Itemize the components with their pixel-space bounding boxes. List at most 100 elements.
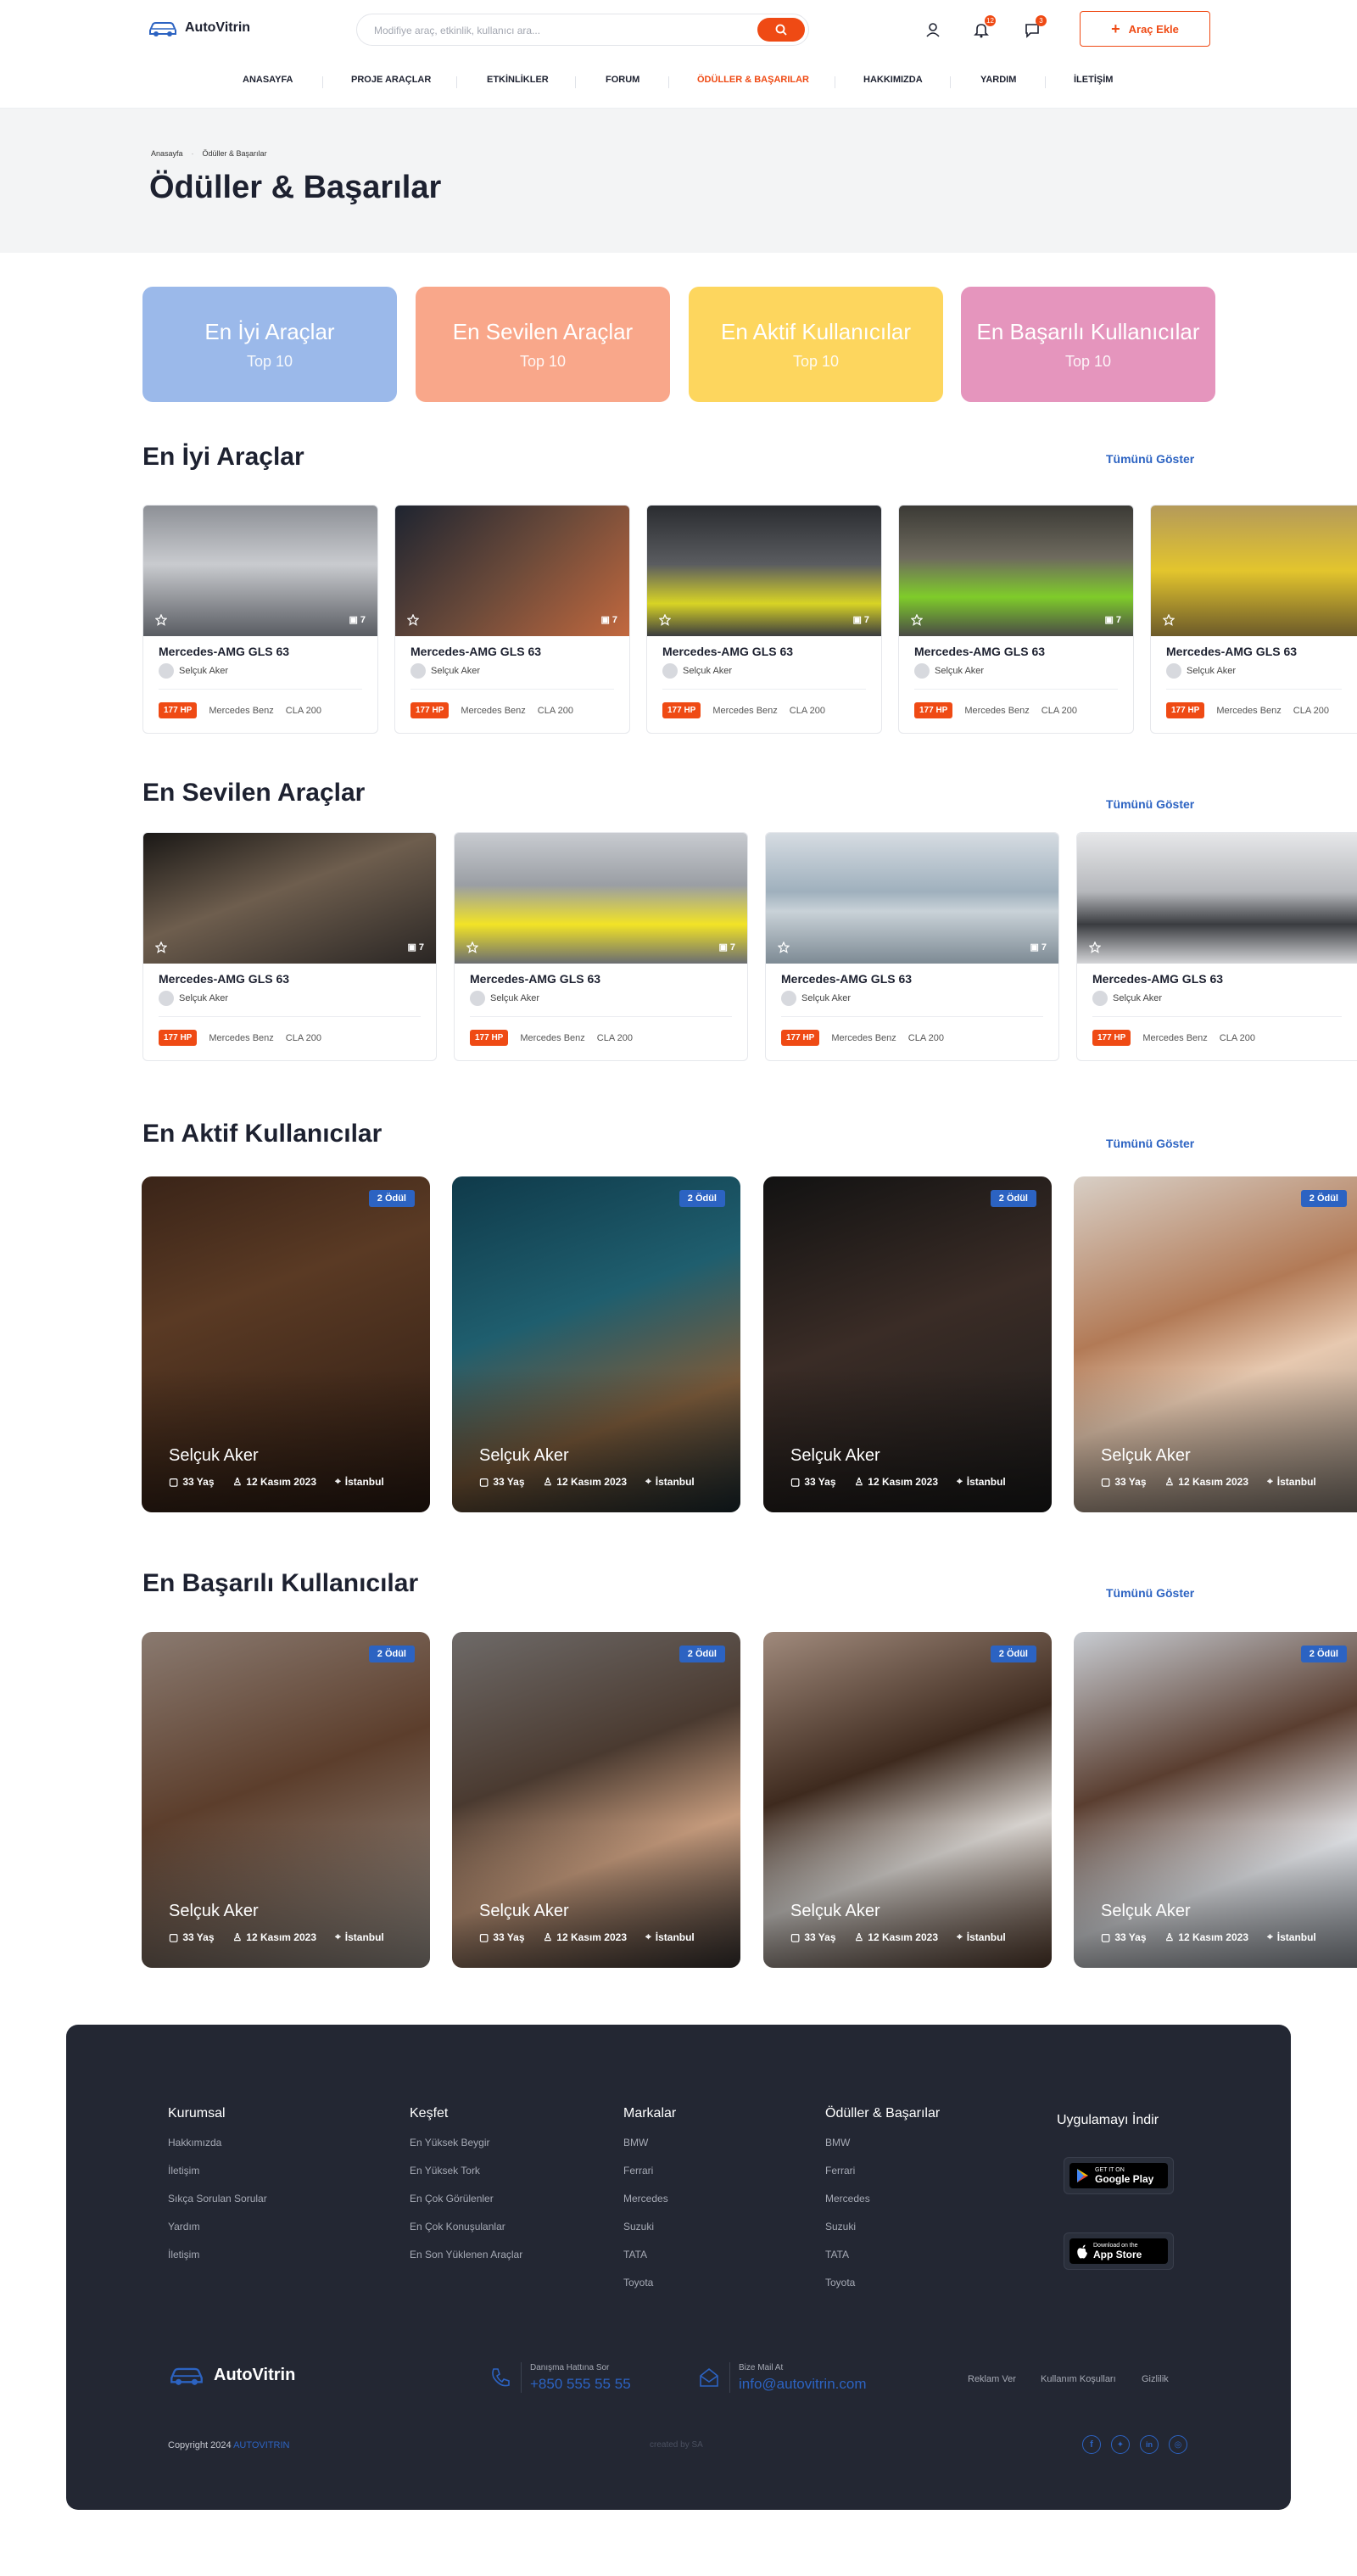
instagram-button[interactable]: ◎: [1169, 2435, 1187, 2454]
tile-active-users[interactable]: En Aktif Kullanıcılar Top 10: [689, 287, 943, 402]
nav-awards[interactable]: ÖDÜLLER & BAŞARILAR: [697, 75, 809, 85]
user-card[interactable]: 2 Ödül Selçuk Aker ▢ 33 Yaş ♙ 12 Kasım 202…: [452, 1176, 740, 1512]
footer-link[interactable]: En Son Yüklenen Araçlar: [410, 2249, 522, 2260]
car-card[interactable]: ▣ 7 Mercedes-AMG GLS 63 Selçuk Aker 177 H…: [142, 505, 378, 734]
car-card[interactable]: ▣ 7 Mercedes-AMG GLS 63 Selçuk Aker 177 H…: [898, 505, 1134, 734]
search-button[interactable]: [757, 18, 805, 42]
user-card[interactable]: 2 Ödül Selçuk Aker ▢ 33 Yaş ♙ 12 Kasım 202…: [142, 1632, 430, 1968]
footer-mail[interactable]: Bize Mail At info@autovitrin.com: [697, 2362, 867, 2393]
star-icon[interactable]: [1089, 942, 1101, 953]
messages-button[interactable]: 3: [1021, 15, 1047, 41]
facebook-button[interactable]: f: [1082, 2435, 1101, 2454]
car-owner[interactable]: Selçuk Aker: [470, 991, 539, 1006]
user-card[interactable]: 2 Ödül Selçuk Aker ▢ 33 Yaş ♙ 12 Kasım 202…: [763, 1632, 1052, 1968]
copyright-brand[interactable]: AUTOVITRIN: [233, 2440, 289, 2450]
footer-link[interactable]: En Yüksek Beygir: [410, 2137, 522, 2149]
star-icon[interactable]: [466, 942, 478, 953]
footer-link[interactable]: Yardım: [168, 2221, 267, 2232]
footer-link[interactable]: Ferrari: [623, 2165, 676, 2176]
profile-button[interactable]: [923, 19, 945, 41]
nav-forum[interactable]: FORUM: [606, 75, 639, 85]
car-owner[interactable]: Selçuk Aker: [159, 991, 228, 1006]
star-icon[interactable]: [659, 614, 671, 626]
linkedin-button[interactable]: in: [1140, 2435, 1159, 2454]
car-tags: 177 HP Mercedes Benz CLA 200: [470, 1030, 633, 1046]
car-owner[interactable]: Selçuk Aker: [914, 663, 984, 679]
car-card[interactable]: Mercedes-AMG GLS 63 Selçuk Aker 177 HP Me…: [1076, 832, 1357, 1061]
footer-legal-ads[interactable]: Reklam Ver: [968, 2374, 1016, 2384]
nav-projects[interactable]: PROJE ARAÇLAR: [351, 75, 431, 85]
car-card[interactable]: ▣ 7 Mercedes-AMG GLS 63 Selçuk Aker 177 H…: [454, 832, 748, 1061]
car-owner[interactable]: Selçuk Aker: [1166, 663, 1236, 679]
see-all-successful-users[interactable]: Tümünü Göster: [1106, 1586, 1194, 1600]
footer-link[interactable]: Sıkça Sorulan Sorular: [168, 2193, 267, 2204]
divider: [781, 1016, 1043, 1017]
footer-link[interactable]: BMW: [825, 2137, 940, 2149]
car-owner[interactable]: Selçuk Aker: [1092, 991, 1162, 1006]
user-card[interactable]: 2 Ödül Selçuk Aker ▢ 33 Yaş ♙ 12 Kasım 202…: [1074, 1176, 1357, 1512]
footer-legal-privacy[interactable]: Gizlilik: [1142, 2374, 1169, 2384]
tile-best-cars[interactable]: En İyi Araçlar Top 10: [142, 287, 397, 402]
logo[interactable]: AutoVitrin: [148, 19, 250, 37]
footer-link[interactable]: En Çok Konuşulanlar: [410, 2221, 522, 2232]
star-icon[interactable]: [407, 614, 419, 626]
twitter-button[interactable]: ✦: [1111, 2435, 1130, 2454]
user-card[interactable]: 2 Ödül Selçuk Aker ▢ 33 Yaş ♙ 12 Kasım 202…: [142, 1176, 430, 1512]
footer-link[interactable]: Mercedes: [623, 2193, 676, 2204]
footer-link[interactable]: Toyota: [825, 2277, 940, 2288]
footer-link[interactable]: TATA: [825, 2249, 940, 2260]
car-card[interactable]: ▣ 7 Mercedes-AMG GLS 63 Selçuk Aker 177 H…: [142, 832, 437, 1061]
star-icon[interactable]: [778, 942, 790, 953]
star-icon[interactable]: [1163, 614, 1175, 626]
star-icon[interactable]: [911, 614, 923, 626]
see-all-best-cars[interactable]: Tümünü Göster: [1106, 452, 1194, 466]
star-icon[interactable]: [155, 942, 167, 953]
car-owner[interactable]: Selçuk Aker: [410, 663, 480, 679]
search-input[interactable]: [374, 22, 730, 39]
footer-link[interactable]: Toyota: [623, 2277, 676, 2288]
user-card[interactable]: 2 Ödül Selçuk Aker ▢ 33 Yaş ♙ 12 Kasım 202…: [763, 1176, 1052, 1512]
tile-successful-users[interactable]: En Başarılı Kullanıcılar Top 10: [961, 287, 1215, 402]
footer-link[interactable]: En Çok Görülenler: [410, 2193, 522, 2204]
nav-about[interactable]: HAKKIMIZDA: [863, 75, 923, 85]
footer-col-awards: Ödüller & Başarılar BMW Ferrari Mercedes…: [825, 2106, 940, 2305]
nav-home[interactable]: ANASAYFA: [243, 75, 293, 85]
app-store-button[interactable]: Download on the App Store: [1064, 2232, 1174, 2270]
tile-subtitle: Top 10: [1064, 353, 1112, 370]
notifications-button[interactable]: 12: [970, 15, 996, 41]
nav-events[interactable]: ETKİNLİKLER: [487, 75, 549, 85]
star-icon[interactable]: [155, 614, 167, 626]
google-play-button[interactable]: GET IT ON Google Play: [1064, 2157, 1174, 2194]
footer-legal-terms[interactable]: Kullanım Koşulları: [1041, 2374, 1116, 2384]
car-card[interactable]: Mercedes-AMG GLS 63 Selçuk Aker 177 HP Me…: [1150, 505, 1357, 734]
breadcrumb-home[interactable]: Anasayfa: [151, 149, 183, 158]
person-icon: ♙: [1164, 1931, 1175, 1943]
nav-contact[interactable]: İLETİŞİM: [1074, 75, 1113, 85]
footer-link[interactable]: İletişim: [168, 2249, 267, 2260]
see-all-active-users[interactable]: Tümünü Göster: [1106, 1137, 1194, 1150]
footer-link[interactable]: Suzuki: [623, 2221, 676, 2232]
tile-loved-cars[interactable]: En Sevilen Araçlar Top 10: [416, 287, 670, 402]
car-owner[interactable]: Selçuk Aker: [781, 991, 851, 1006]
car-card[interactable]: ▣ 7 Mercedes-AMG GLS 63 Selçuk Aker 177 H…: [765, 832, 1059, 1061]
see-all-loved-cars[interactable]: Tümünü Göster: [1106, 797, 1194, 811]
car-owner[interactable]: Selçuk Aker: [159, 663, 228, 679]
footer-link[interactable]: Hakkımızda: [168, 2137, 267, 2149]
footer-link[interactable]: TATA: [623, 2249, 676, 2260]
footer-link[interactable]: BMW: [623, 2137, 676, 2149]
add-car-button[interactable]: + Araç Ekle: [1080, 11, 1210, 47]
nav-divider: [456, 76, 457, 88]
footer-link[interactable]: İletişim: [168, 2165, 267, 2176]
footer-link[interactable]: Suzuki: [825, 2221, 940, 2232]
nav-help[interactable]: YARDIM: [980, 75, 1016, 85]
footer-link[interactable]: En Yüksek Tork: [410, 2165, 522, 2176]
car-card[interactable]: ▣ 7 Mercedes-AMG GLS 63 Selçuk Aker 177 H…: [646, 505, 882, 734]
car-card[interactable]: ▣ 7 Mercedes-AMG GLS 63 Selçuk Aker 177 H…: [394, 505, 630, 734]
user-card[interactable]: 2 Ödül Selçuk Aker ▢ 33 Yaş ♙ 12 Kasım 202…: [452, 1632, 740, 1968]
footer-phone[interactable]: Danışma Hattına Sor +850 555 55 55: [489, 2362, 631, 2393]
footer-link[interactable]: Ferrari: [825, 2165, 940, 2176]
car-owner[interactable]: Selçuk Aker: [662, 663, 732, 679]
footer-link[interactable]: Mercedes: [825, 2193, 940, 2204]
user-card[interactable]: 2 Ödül Selçuk Aker ▢ 33 Yaş ♙ 12 Kasım 202…: [1074, 1632, 1357, 1968]
footer-logo[interactable]: AutoVitrin: [168, 2364, 295, 2386]
